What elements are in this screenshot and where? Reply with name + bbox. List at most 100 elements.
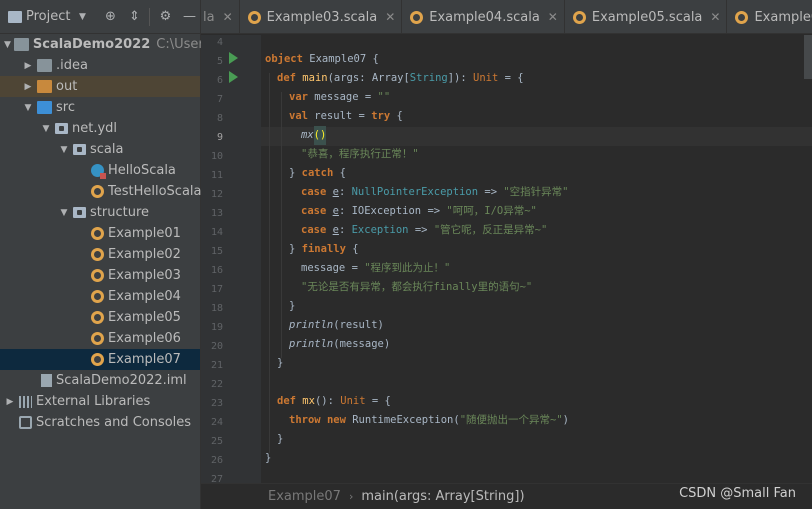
code-area[interactable]: object Example07 { def main(args: Array[… xyxy=(261,35,812,483)
tree-item-label: src xyxy=(56,100,75,115)
scala-object-icon xyxy=(91,332,104,345)
tree-item-out[interactable]: ▶ out xyxy=(0,76,200,97)
line-number: 9 xyxy=(216,132,223,143)
code-line: object Example07 { xyxy=(265,53,379,65)
line-number: 6 xyxy=(216,75,223,86)
scala-object-icon xyxy=(91,248,104,261)
chevron-right-icon[interactable]: ▶ xyxy=(22,82,34,92)
breadcrumb-object[interactable]: Example07 xyxy=(268,489,341,504)
project-panel-header: Project ▼ ⊕ ⇕ ⚙ — xyxy=(0,0,200,34)
tree-item-example02[interactable]: Example02 xyxy=(0,244,200,265)
line-number: 17 xyxy=(210,284,223,295)
line-number: 8 xyxy=(216,113,223,124)
close-icon[interactable]: ✕ xyxy=(710,10,720,24)
chevron-down-icon[interactable]: ▼ xyxy=(58,145,70,155)
folder-icon xyxy=(13,38,29,51)
tree-item-example05[interactable]: Example05 xyxy=(0,307,200,328)
chevron-down-icon[interactable]: ▼ xyxy=(4,40,11,50)
chevron-down-icon[interactable]: ▼ xyxy=(22,103,34,113)
project-tree: ▼ ScalaDemo2022 C:\Users\y ▶ .idea ▶ out… xyxy=(0,34,223,433)
tree-item-label: ScalaDemo2022.iml xyxy=(56,373,187,388)
project-view-icon xyxy=(8,10,22,23)
tab-label: Example03.scala xyxy=(266,9,378,25)
close-icon[interactable]: ✕ xyxy=(385,10,395,24)
scala-class-icon xyxy=(91,164,106,179)
run-icon[interactable] xyxy=(229,71,238,83)
line-number: 13 xyxy=(210,208,223,219)
tree-item-label: Example06 xyxy=(108,331,181,346)
tab-example04[interactable]: Example04.scala ✕ xyxy=(402,0,565,33)
close-icon[interactable]: ✕ xyxy=(223,10,233,24)
tree-item-label: Example07 xyxy=(108,352,181,367)
package-icon xyxy=(73,207,86,218)
line-number: 23 xyxy=(210,398,223,409)
folder-icon xyxy=(37,80,52,93)
tab-partial[interactable]: la ✕ xyxy=(201,0,240,33)
indent-guide xyxy=(281,92,282,358)
tree-item-example03[interactable]: Example03 xyxy=(0,265,200,286)
tab-example05[interactable]: Example05.scala ✕ xyxy=(565,0,728,33)
scala-object-icon xyxy=(91,269,104,282)
tree-item-label: .idea xyxy=(56,58,88,73)
tree-item-testhelloscala[interactable]: TestHelloScala xyxy=(0,181,202,202)
tree-item-label: TestHelloScala xyxy=(108,184,202,199)
gear-icon[interactable]: ⚙ xyxy=(156,8,174,26)
tab-example06[interactable]: Example06.scala ✕ xyxy=(727,0,812,33)
line-number: 24 xyxy=(210,417,223,428)
scala-object-icon xyxy=(91,185,104,198)
line-number: 5 xyxy=(216,56,223,67)
code-editor[interactable]: 4 5 6 7 8 9 10 11 12 13 14 15 16 17 18 1… xyxy=(201,35,812,483)
line-number: 26 xyxy=(210,455,223,466)
tab-example03[interactable]: Example03.scala ✕ xyxy=(240,0,403,33)
tree-item-helloscala[interactable]: HelloScala xyxy=(0,160,200,181)
toolbar-divider xyxy=(149,7,151,26)
run-icon[interactable] xyxy=(229,52,238,64)
scratches-icon xyxy=(19,416,32,429)
tree-item-scratches[interactable]: Scratches and Consoles xyxy=(0,412,200,433)
tree-item-net-ydl[interactable]: ▼ net.ydl xyxy=(0,118,200,139)
tree-item-structure[interactable]: ▼ structure xyxy=(0,202,200,223)
code-line: var message = "" xyxy=(289,91,391,103)
locate-icon[interactable]: ⊕ xyxy=(101,8,119,26)
chevron-down-icon[interactable]: ▼ xyxy=(40,124,52,134)
tree-item-example01[interactable]: Example01 xyxy=(0,223,200,244)
tree-item-label: Example05 xyxy=(108,310,181,325)
tree-item-example07[interactable]: Example07 xyxy=(0,349,200,370)
tree-item-label: Example03 xyxy=(108,268,181,283)
chevron-right-icon[interactable]: ▶ xyxy=(4,397,16,407)
chevron-down-icon[interactable]: ▼ xyxy=(58,208,70,218)
line-number: 18 xyxy=(210,303,223,314)
tree-item-example06[interactable]: Example06 xyxy=(0,328,200,349)
code-line: message = "程序到此为止！" xyxy=(301,262,451,274)
tree-item-label: Example04 xyxy=(108,289,181,304)
scala-object-icon xyxy=(735,10,749,24)
close-icon[interactable]: ✕ xyxy=(548,10,558,24)
tree-item-external-libraries[interactable]: ▶ External Libraries xyxy=(0,391,200,412)
collapse-all-icon[interactable]: ⇕ xyxy=(125,8,143,26)
scala-object-icon xyxy=(91,353,104,366)
chevron-right-icon[interactable]: ▶ xyxy=(22,61,34,71)
line-number: 16 xyxy=(210,265,223,276)
breadcrumb-method[interactable]: main(args: Array[String]) xyxy=(361,489,524,504)
watermark: CSDN @Small Fan xyxy=(679,486,796,501)
line-number: 20 xyxy=(210,341,223,352)
code-line: } xyxy=(277,357,284,369)
tree-item-iml[interactable]: ScalaDemo2022.iml xyxy=(0,370,200,391)
tree-item-src[interactable]: ▼ src xyxy=(0,97,200,118)
package-icon xyxy=(55,123,68,134)
tree-item-label: External Libraries xyxy=(36,394,151,409)
tree-item-label: scala xyxy=(90,142,124,157)
tree-item-example04[interactable]: Example04 xyxy=(0,286,200,307)
code-line: } finally { xyxy=(289,243,359,255)
tree-item-project-root[interactable]: ▼ ScalaDemo2022 C:\Users\y xyxy=(0,34,223,55)
hide-icon[interactable]: — xyxy=(180,8,198,26)
code-line: } xyxy=(277,433,284,445)
project-view-selector[interactable]: Project xyxy=(26,9,70,24)
chevron-down-icon[interactable]: ▼ xyxy=(73,8,91,26)
tree-item-scala[interactable]: ▼ scala xyxy=(0,139,200,160)
tree-item-idea[interactable]: ▶ .idea xyxy=(0,55,200,76)
line-number: 22 xyxy=(210,379,223,390)
scala-object-icon xyxy=(572,10,586,24)
tree-item-label: structure xyxy=(90,205,149,220)
line-number: 11 xyxy=(210,170,223,181)
